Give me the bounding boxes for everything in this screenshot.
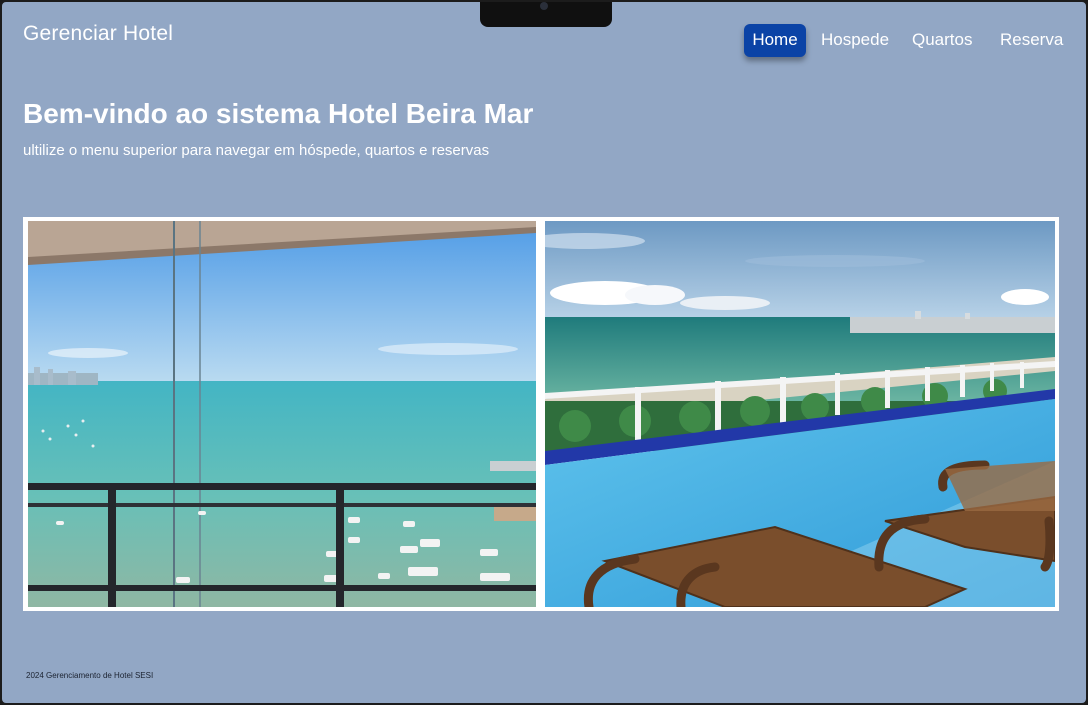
- page-subtitle: ultilize o menu superior para navegar em…: [23, 142, 490, 159]
- page-title: Bem-vindo ao sistema Hotel Beira Mar: [23, 98, 534, 129]
- infinity-pool-image: [545, 221, 1055, 607]
- nav-quartos[interactable]: Quartos: [912, 24, 972, 57]
- nav-home[interactable]: Home: [744, 24, 806, 57]
- balcony-sea-view-image: [28, 221, 536, 607]
- nav-reserva[interactable]: Reserva: [1000, 24, 1063, 57]
- app-window: Gerenciar Hotel Home Hospede Quartos Res…: [0, 0, 1088, 705]
- camera-icon: [540, 2, 548, 10]
- footer-text: 2024 Gerenciamento de Hotel SESI: [26, 671, 154, 680]
- image-gallery: [23, 217, 1059, 611]
- nav-hospede[interactable]: Hospede: [821, 24, 889, 57]
- brand-title[interactable]: Gerenciar Hotel: [23, 22, 173, 46]
